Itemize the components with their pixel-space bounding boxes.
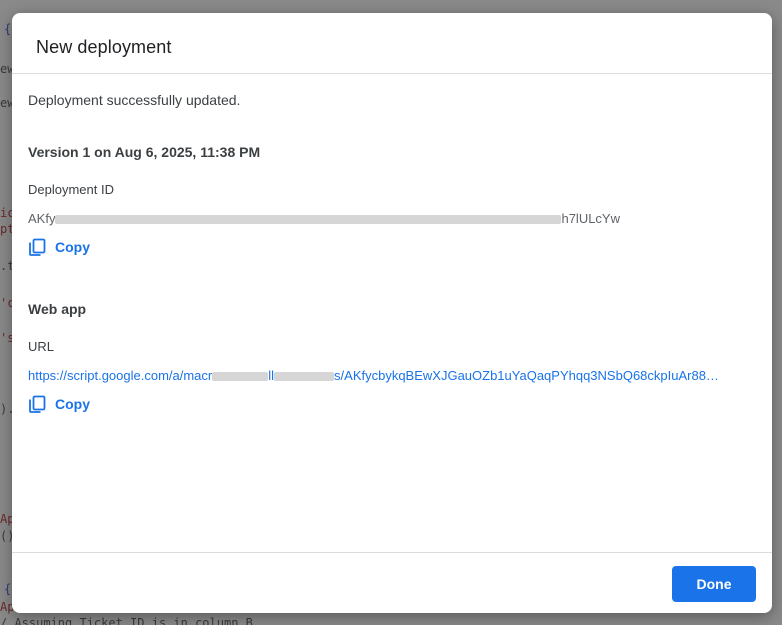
dialog-footer: Done: [12, 552, 772, 613]
copy-deployment-id-button[interactable]: Copy: [28, 238, 90, 256]
copy-label: Copy: [55, 396, 90, 412]
redaction-bar: [212, 372, 269, 382]
web-app-heading: Web app: [28, 301, 87, 317]
url-suffix: s/AKfycbykqBEwXJGauOZb1uYaQaqPYhqq3NSbQ6…: [334, 368, 719, 383]
copy-icon: [28, 395, 46, 413]
deployment-id-value[interactable]: AKfy h7lULcYw: [28, 211, 756, 226]
new-deployment-dialog: New deployment Deployment successfully u…: [12, 13, 772, 613]
version-heading: Version 1 on Aug 6, 2025, 11:38 PM: [28, 144, 261, 160]
copy-icon: [28, 238, 46, 256]
dialog-body: Deployment successfully updated. Version…: [12, 74, 772, 552]
status-message: Deployment successfully updated.: [28, 92, 241, 108]
url-prefix: https://script.google.com/a/macr: [28, 368, 213, 383]
dialog-title: New deployment: [36, 37, 172, 57]
deployment-id-label: Deployment ID: [28, 182, 114, 197]
url-label: URL: [28, 339, 55, 354]
deployment-id-suffix: h7lULcYw: [561, 211, 620, 226]
code-fragment: {: [4, 22, 12, 36]
web-app-url-link[interactable]: https://script.google.com/a/macr ll s/AKfy…: [28, 368, 756, 383]
redaction-bar: [55, 215, 562, 225]
code-fragment: / Assuming Ticket ID is in column B: [0, 616, 253, 625]
deployment-id-prefix: AKfy: [28, 211, 56, 226]
redaction-bar: [274, 372, 335, 382]
dialog-header: New deployment: [12, 13, 772, 74]
code-fragment: {: [4, 582, 12, 596]
copy-label: Copy: [55, 239, 90, 255]
copy-url-button[interactable]: Copy: [28, 395, 90, 413]
done-button[interactable]: Done: [672, 566, 756, 602]
